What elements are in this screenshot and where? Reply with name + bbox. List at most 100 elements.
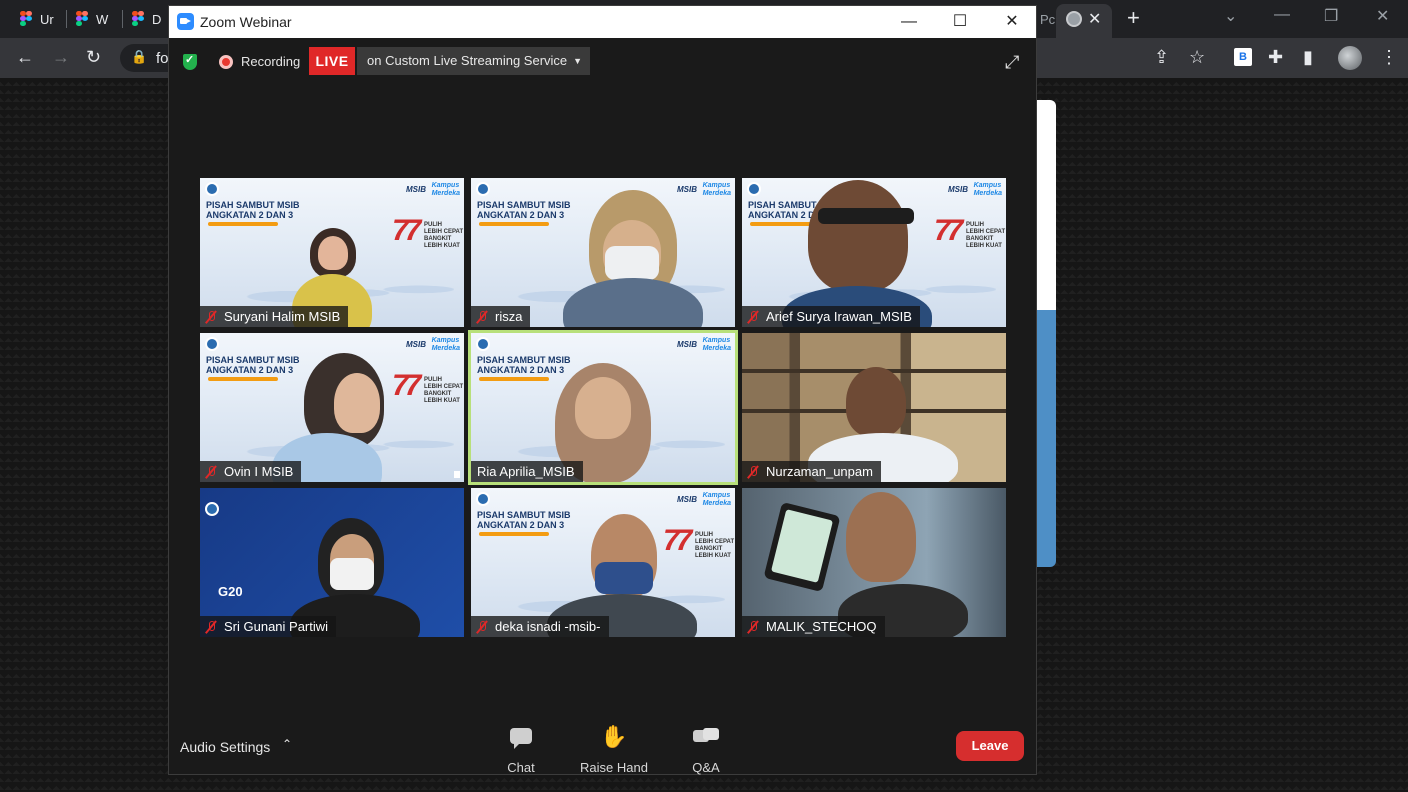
avatar[interactable] bbox=[1338, 46, 1362, 70]
participant-name-tag: Suryani Halim MSIB bbox=[200, 306, 349, 327]
mic-muted-icon bbox=[748, 310, 758, 324]
banner-title: PISAH SAMBUT MSIB ANGKATAN 2 DAN 3 bbox=[206, 355, 300, 375]
forward-icon[interactable]: → bbox=[52, 47, 70, 67]
extension-b-icon[interactable]: B bbox=[1234, 48, 1252, 66]
kampus-merdeka-logo: Kampus Merdeka bbox=[702, 492, 731, 507]
participant-face bbox=[808, 180, 908, 292]
participant-name: Ria Aprilia_MSIB bbox=[477, 464, 575, 479]
recording-icon bbox=[219, 55, 233, 69]
zoom-titlebar: Zoom Webinar — ☐ ✕ bbox=[169, 6, 1036, 38]
share-icon[interactable]: ⇪ bbox=[1154, 47, 1169, 67]
browser-tab[interactable]: W bbox=[76, 6, 108, 32]
browser-tab-label: W bbox=[96, 11, 109, 27]
banner-strip bbox=[208, 377, 278, 381]
banner-strip bbox=[208, 222, 278, 226]
banner-title: PISAH SAMBUT MSIB ANGKATAN 2 DAN 3 bbox=[477, 200, 571, 220]
video-tile[interactable]: PISAH SAMBUT MSIB ANGKATAN 2 DAN 3 MSIB K… bbox=[471, 488, 735, 637]
msib-logo: MSIB bbox=[406, 340, 426, 349]
browser-tab[interactable]: Ur bbox=[20, 6, 54, 32]
mic-muted-icon bbox=[477, 310, 487, 324]
window-title: Zoom Webinar bbox=[200, 14, 292, 30]
tab-search-icon[interactable]: ⌄ bbox=[1224, 6, 1237, 26]
figma-icon bbox=[132, 11, 144, 27]
close-button[interactable]: ✕ bbox=[998, 10, 1026, 34]
browser-tab-label: D bbox=[152, 11, 162, 27]
kemdikbud-logo-icon bbox=[205, 502, 219, 516]
meeting-topbar: Recording LIVE on Custom Live Streaming … bbox=[169, 38, 1036, 82]
banner-strip bbox=[479, 222, 549, 226]
live-stream-dropdown[interactable]: on Custom Live Streaming Service ▼ bbox=[357, 47, 590, 75]
browser-active-tab[interactable] bbox=[1056, 4, 1112, 38]
close-tab-icon[interactable]: ✕ bbox=[1088, 9, 1101, 29]
qa-button[interactable]: Q&A bbox=[666, 724, 746, 775]
kemdikbud-logo-icon bbox=[205, 182, 219, 196]
ri-77-logo: 77 bbox=[392, 369, 421, 402]
video-tile[interactable]: MALIK_STECHOQ bbox=[742, 488, 1006, 637]
maximize-button[interactable]: ☐ bbox=[946, 10, 974, 34]
participant-name-tag: MALIK_STECHOQ bbox=[742, 616, 885, 637]
side-panel-icon[interactable]: ▮ bbox=[1303, 47, 1313, 67]
tab-divider bbox=[122, 10, 123, 28]
banner-strip bbox=[479, 377, 549, 381]
pulih-tagline: PULIH LEBIH CEPAT BANGKIT LEBIH KUAT bbox=[424, 222, 464, 249]
minimize-icon[interactable]: — bbox=[1274, 6, 1290, 24]
back-icon[interactable]: ← bbox=[16, 47, 34, 67]
participant-face bbox=[318, 236, 348, 270]
video-tile[interactable]: PISAH SAMBUT MSIB ANGKATAN 2 DAN 3 MSIB K… bbox=[742, 178, 1006, 327]
lock-icon[interactable]: 🔒 bbox=[131, 47, 147, 67]
participant-face bbox=[846, 492, 916, 582]
video-tile[interactable]: PISAH SAMBUT MSIB ANGKATAN 2 DAN 3 MSIB K… bbox=[471, 178, 735, 327]
mic-muted-icon bbox=[206, 620, 216, 634]
leave-button[interactable]: Leave bbox=[956, 731, 1024, 761]
pulih-tagline: PULIH LEBIH CEPAT BANGKIT LEBIH KUAT bbox=[424, 377, 464, 404]
video-tile-active-speaker[interactable]: PISAH SAMBUT MSIB ANGKATAN 2 DAN 3 MSIB K… bbox=[468, 330, 738, 485]
mic-muted-icon bbox=[477, 620, 487, 634]
audio-settings-button[interactable]: Audio Settings bbox=[180, 739, 270, 755]
participant-name-tag: Ovin I MSIB bbox=[200, 461, 302, 482]
close-icon[interactable]: ✕ bbox=[1376, 6, 1389, 26]
new-tab-button[interactable]: + bbox=[1127, 5, 1140, 31]
omnibox-text[interactable]: fo bbox=[156, 50, 169, 67]
fullscreen-icon[interactable]: ⤢ bbox=[1005, 52, 1019, 73]
extensions-puzzle-icon[interactable]: ✚ bbox=[1268, 47, 1283, 67]
participant-name: Sri Gunani Partiwi bbox=[224, 619, 329, 634]
browser-tab-partial[interactable]: Pc bbox=[1040, 6, 1055, 32]
chat-icon bbox=[510, 728, 532, 749]
mic-muted-icon bbox=[748, 465, 758, 479]
face-mask bbox=[330, 558, 374, 590]
bookmark-star-icon[interactable]: ☆ bbox=[1189, 47, 1205, 67]
chevron-up-icon[interactable]: ⌃ bbox=[282, 737, 292, 751]
banner-title: PISAH SAMBUT MSIB ANGKATAN 2 DAN 3 bbox=[477, 510, 571, 530]
minimize-button[interactable]: — bbox=[895, 10, 923, 34]
banner-strip bbox=[479, 532, 549, 536]
video-tile[interactable]: G20 Sri Gunani Partiwi bbox=[200, 488, 464, 637]
tab-divider bbox=[66, 10, 67, 28]
participant-name-tag: risza bbox=[471, 306, 531, 327]
video-tile[interactable]: PISAH SAMBUT MSIB ANGKATAN 2 DAN 3 MSIB K… bbox=[200, 333, 464, 482]
video-tile[interactable]: PISAH SAMBUT MSIB ANGKATAN 2 DAN 3 MSIB K… bbox=[200, 178, 464, 327]
msib-logo: MSIB bbox=[677, 340, 697, 349]
banner-title: PISAH SAMBUT MSIB ANGKATAN 2 DAN 3 bbox=[206, 200, 300, 220]
chat-button[interactable]: Chat bbox=[481, 724, 561, 775]
participant-name-tag: Ria Aprilia_MSIB bbox=[471, 461, 583, 482]
qa-icon bbox=[693, 728, 719, 746]
page-card bbox=[1036, 100, 1056, 567]
ri-77-logo: 77 bbox=[934, 214, 963, 247]
pulih-tagline: PULIH LEBIH CEPAT BANGKIT LEBIH KUAT bbox=[695, 532, 735, 559]
pulih-tagline: PULIH LEBIH CEPAT BANGKIT LEBIH KUAT bbox=[966, 222, 1006, 249]
hand-icon: ✋ bbox=[600, 724, 628, 749]
face-mask bbox=[595, 562, 653, 594]
kebab-menu-icon[interactable]: ⋮ bbox=[1380, 47, 1398, 67]
restore-icon[interactable]: ❐ bbox=[1324, 6, 1338, 26]
browser-tab[interactable]: D bbox=[132, 6, 161, 32]
raise-hand-button[interactable]: ✋ Raise Hand bbox=[574, 724, 654, 775]
reload-icon[interactable]: ↻ bbox=[86, 47, 101, 67]
chat-label: Chat bbox=[507, 760, 535, 775]
video-tile[interactable]: Nurzaman_unpam bbox=[742, 333, 1006, 482]
recording-label[interactable]: Recording bbox=[241, 54, 300, 69]
date-tag: ​ bbox=[454, 471, 460, 478]
kemdikbud-logo-icon bbox=[205, 337, 219, 351]
live-badge: LIVE bbox=[309, 47, 355, 75]
security-shield-icon[interactable] bbox=[183, 53, 197, 70]
mic-muted-icon bbox=[206, 310, 216, 324]
